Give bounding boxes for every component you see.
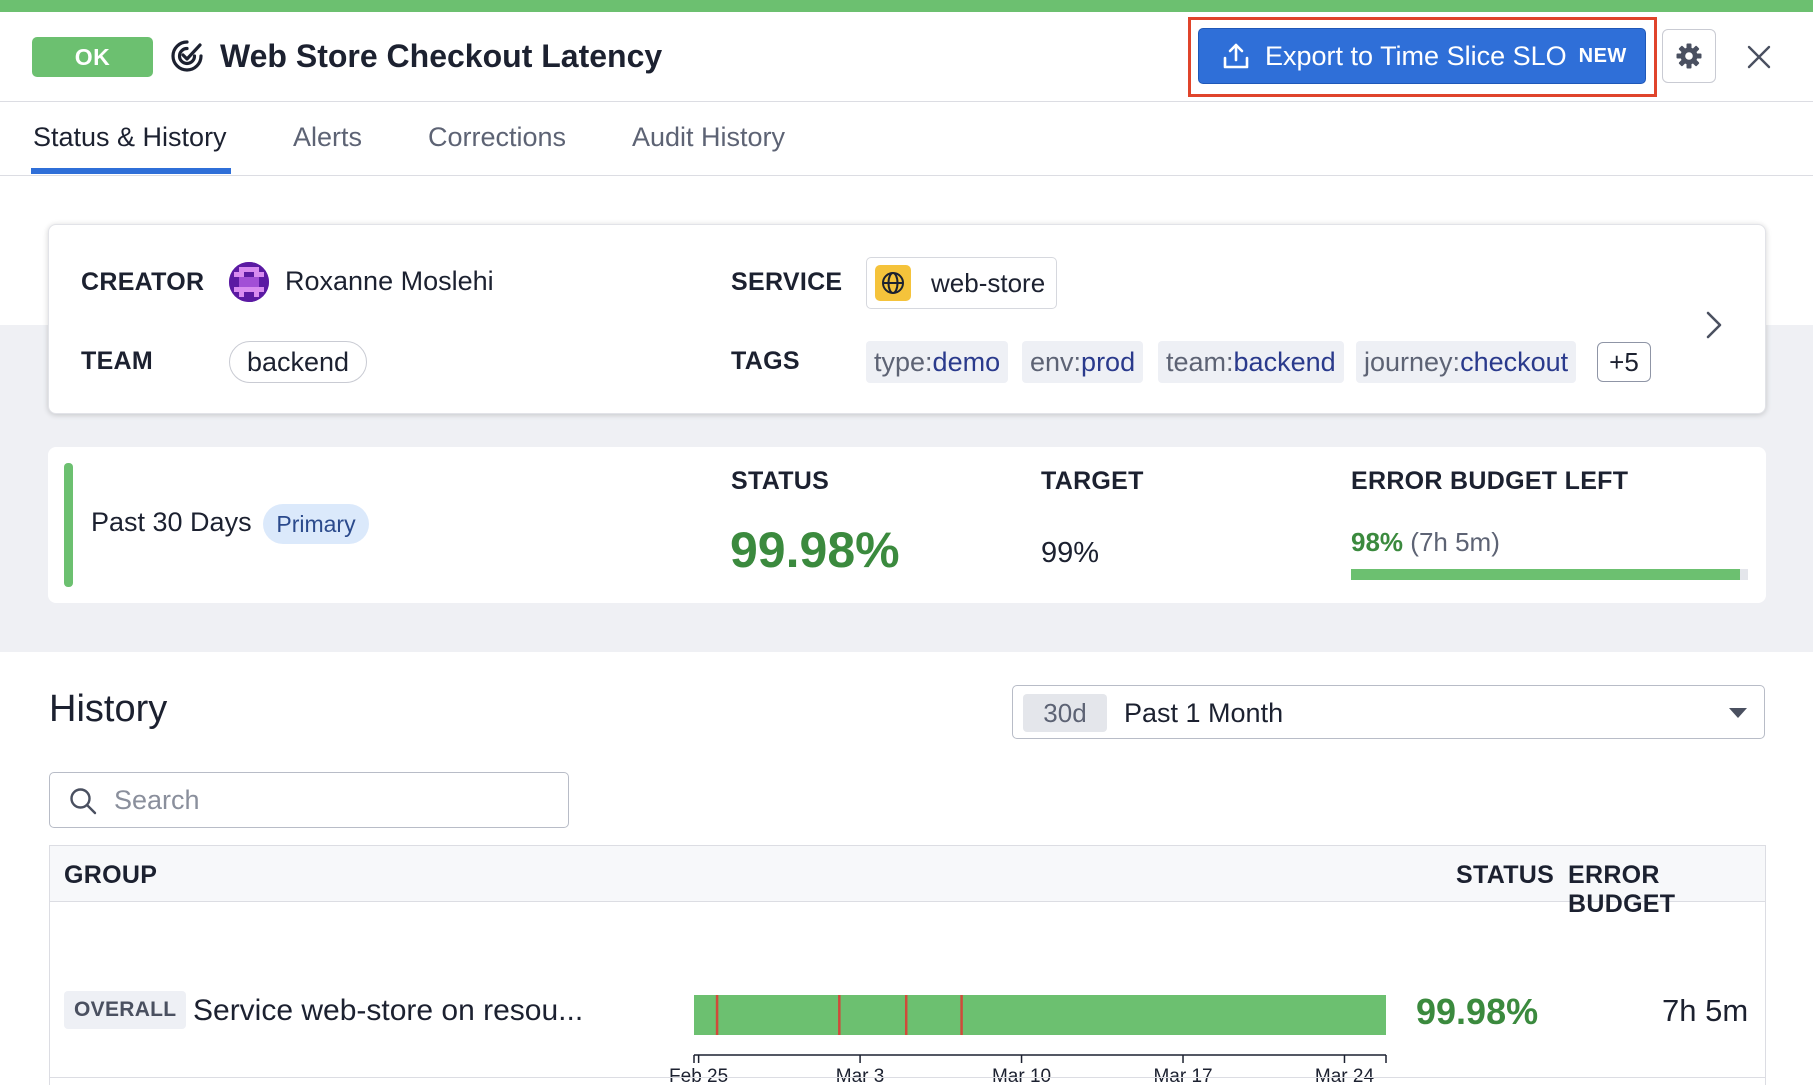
service-name: web-store [931, 267, 1046, 298]
row-status-value: 99.98% [1416, 991, 1539, 1032]
tag-type[interactable]: type: demo [866, 341, 1009, 383]
row-divider [50, 1077, 1765, 1078]
timeline-tick-label: Mar 10 [992, 1066, 1051, 1085]
service-chip[interactable]: web-store [866, 257, 1057, 309]
tag-env[interactable]: env: prod [1022, 341, 1144, 383]
caret-down-icon [1729, 708, 1747, 718]
timeline-uptime-bar [694, 995, 1386, 1035]
header: OK Web Store Checkout Latency Export to … [0, 12, 1813, 102]
new-tag: NEW [1578, 44, 1627, 67]
gear-icon [1676, 43, 1702, 69]
search-field[interactable] [49, 772, 569, 828]
status-timeline: Feb 25 Mar 3 Mar 10 Mar 17 Mar 24 [669, 995, 1387, 1085]
tag-key: env: [1030, 346, 1082, 377]
chevron-right-icon[interactable] [1699, 305, 1729, 345]
upload-icon [1223, 43, 1249, 69]
slo-details-card: CREATOR Roxanne Moslehi TEAM backend SER… [48, 224, 1766, 414]
tab-bar: Status & History Alerts Corrections Audi… [0, 102, 1813, 176]
search-icon [70, 788, 97, 815]
tag-key: type: [874, 346, 933, 377]
error-budget-time: (7h 5m) [1410, 527, 1500, 557]
error-budget-bar-fill [1351, 569, 1741, 580]
table-row[interactable]: OVERALL Service web-store on resou... Fe… [50, 903, 1765, 1085]
time-window-label: Past 30 Days [91, 507, 252, 537]
status-indicator [64, 463, 73, 587]
history-table: GROUP STATUS ERROR BUDGET OVERALL Servic… [49, 845, 1766, 1085]
timeline-tick-label: Mar 3 [836, 1066, 885, 1085]
time-range-select[interactable]: 30d Past 1 Month [1012, 685, 1765, 739]
status-badge: OK [32, 37, 153, 77]
group-column-header: GROUP [64, 861, 158, 889]
timeline-tick-label: Mar 24 [1315, 1066, 1375, 1085]
tab-audit-history[interactable]: Audit History [632, 122, 785, 153]
slo-summary-card: Past 30 Days Primary STATUS 99.98% TARGE… [48, 447, 1766, 603]
group-name: Service web-store on resou... [193, 994, 584, 1027]
team-label: TEAM [81, 347, 154, 375]
tab-status-history[interactable]: Status & History [33, 122, 227, 153]
settings-button[interactable] [1662, 29, 1716, 83]
close-button[interactable] [1738, 36, 1780, 78]
overall-badge: OVERALL [64, 991, 187, 1029]
error-budget-bar [1351, 569, 1748, 580]
tag-value: backend [1233, 346, 1336, 377]
service-label: SERVICE [731, 268, 843, 296]
error-budget-value: 98% (7h 5m) [1351, 527, 1500, 558]
tag-team[interactable]: team: backend [1158, 341, 1344, 383]
search-input[interactable] [114, 781, 554, 819]
more-tags-button[interactable]: +5 [1597, 342, 1651, 382]
tag-key: journey: [1364, 346, 1461, 377]
status-heading: STATUS [731, 467, 830, 495]
export-time-slice-button[interactable]: Export to Time Slice SLO NEW [1198, 28, 1646, 84]
creator-label: CREATOR [81, 268, 205, 296]
close-icon [1747, 45, 1771, 69]
target-heading: TARGET [1041, 467, 1144, 495]
team-pill[interactable]: backend [229, 341, 367, 383]
export-button-label: Export to Time Slice SLO [1265, 40, 1567, 71]
page-title: Web Store Checkout Latency [220, 38, 663, 74]
tag-journey[interactable]: journey: checkout [1356, 341, 1577, 383]
tag-key: team: [1166, 346, 1234, 377]
creator-name: Roxanne Moslehi [285, 266, 494, 296]
globe-icon [875, 265, 911, 301]
time-range-label: Past 1 Month [1124, 698, 1284, 728]
status-value: 99.98% [730, 522, 900, 578]
target-value: 99% [1041, 537, 1100, 569]
tag-value: demo [932, 346, 1001, 377]
tab-corrections[interactable]: Corrections [428, 122, 566, 153]
primary-badge: Primary [263, 504, 369, 544]
timeline-tick-label: Mar 17 [1153, 1066, 1212, 1085]
row-error-budget-value: 7h 5m [1662, 993, 1749, 1028]
status-column-header: STATUS [1456, 861, 1555, 889]
tags-label: TAGS [731, 347, 800, 375]
error-budget-percent: 98% [1351, 527, 1404, 557]
history-title: History [49, 688, 168, 730]
timeline-tick-label: Feb 25 [669, 1066, 728, 1085]
slo-target-icon [171, 40, 203, 72]
table-header: GROUP STATUS ERROR BUDGET [50, 846, 1765, 918]
tag-value: prod [1081, 346, 1136, 377]
avatar [229, 262, 269, 302]
error-budget-heading: ERROR BUDGET LEFT [1351, 467, 1629, 495]
tab-alerts[interactable]: Alerts [293, 122, 362, 153]
tag-value: checkout [1460, 346, 1569, 377]
time-range-chip: 30d [1023, 694, 1107, 732]
active-tab-indicator [31, 168, 231, 174]
status-accent-bar [0, 0, 1813, 12]
